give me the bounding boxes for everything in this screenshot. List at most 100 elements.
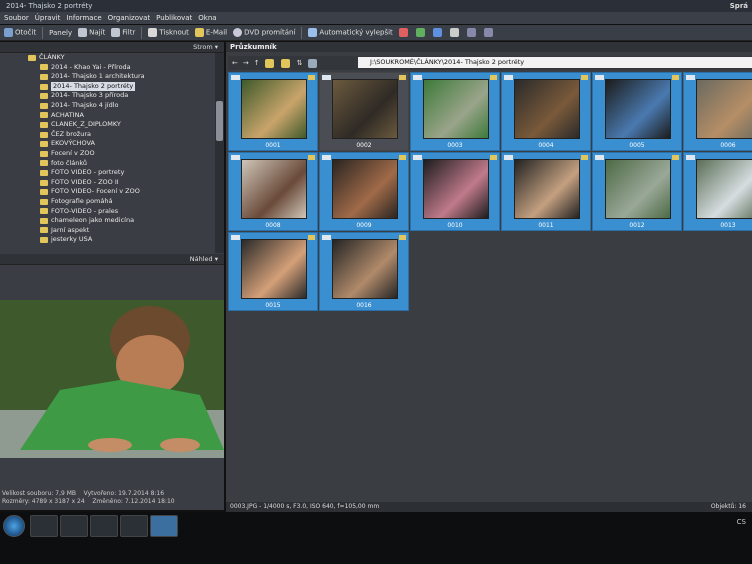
flag-icon[interactable] [413, 75, 422, 80]
thumbnail-tile[interactable]: 0010 [410, 152, 500, 231]
start-button[interactable] [3, 515, 25, 537]
folder-item[interactable]: chameleon jako medicína [0, 216, 214, 226]
thumbnail-tile[interactable]: 0003 [410, 72, 500, 151]
folder-item[interactable]: 2014- Thajsko 2 portréty [0, 81, 214, 92]
taskbar-app-2[interactable] [120, 515, 148, 537]
flag-icon[interactable] [413, 155, 422, 160]
thumbnail-tile[interactable]: 0008 [228, 152, 318, 231]
taskbar-explorer[interactable] [30, 515, 58, 537]
folder-item[interactable]: FOTO VIDEO - ZOO II [0, 178, 214, 188]
thumbnail-tile[interactable]: 0015 [228, 232, 318, 311]
thumbnail-tile[interactable]: 0001 [228, 72, 318, 151]
print-button[interactable]: Tisknout [148, 28, 189, 37]
folder-icon[interactable] [264, 58, 274, 68]
tag-icon[interactable] [308, 75, 315, 80]
tag-icon[interactable] [672, 75, 679, 80]
zoom-in-icon[interactable] [466, 28, 476, 37]
menu-item-organize[interactable]: Organizovat [108, 12, 151, 24]
folder-item[interactable]: ACHATINA [0, 111, 214, 121]
tag-icon[interactable] [672, 155, 679, 160]
flag-icon[interactable] [686, 155, 695, 160]
taskbar-app-1[interactable] [90, 515, 118, 537]
crop-tool-icon[interactable] [449, 28, 459, 37]
tag-icon[interactable] [308, 155, 315, 160]
forward-icon[interactable]: → [243, 59, 249, 67]
view-mode-icon[interactable] [307, 58, 317, 68]
zoom-out-icon[interactable] [483, 28, 493, 37]
menu-item-publish[interactable]: Publikovat [156, 12, 192, 24]
folder-item[interactable]: FOTO VIDEO - portrety [0, 168, 214, 178]
flag-icon[interactable] [231, 75, 240, 80]
flag-icon[interactable] [322, 235, 331, 240]
tree-scrollbar[interactable] [215, 53, 224, 253]
tag-icon[interactable] [308, 235, 315, 240]
tag-icon[interactable] [399, 75, 406, 80]
taskbar-browser[interactable] [60, 515, 88, 537]
flag-icon[interactable] [322, 155, 331, 160]
thumbnail-label: 0010 [447, 222, 463, 229]
folder-item[interactable]: ČLÁNKY [0, 53, 214, 63]
tag-icon[interactable] [399, 235, 406, 240]
tag-icon[interactable] [490, 75, 497, 80]
dvd-slideshow-button[interactable]: DVD promítání [233, 28, 295, 37]
folder-item[interactable]: 2014 - Khao Yai - Příroda [0, 63, 214, 73]
folder-item[interactable]: FOTO VIDEO- Focení v ZOO [0, 187, 214, 197]
flag-icon[interactable] [504, 75, 513, 80]
flag-icon[interactable] [322, 75, 331, 80]
levels-tool-icon[interactable] [415, 28, 425, 37]
tag-icon[interactable] [399, 155, 406, 160]
menu-item-edit[interactable]: Úpravit [35, 12, 61, 24]
thumbnail-tile[interactable]: 0006 [683, 72, 752, 151]
folder-item[interactable]: 2014- Thajsko 4 jídlo [0, 101, 214, 111]
sharpen-tool-icon[interactable] [432, 28, 442, 37]
sort-icon[interactable]: ⇅ [297, 59, 303, 67]
find-button[interactable]: Najít [78, 28, 105, 37]
back-icon[interactable]: ← [232, 59, 238, 67]
tag-icon[interactable] [581, 75, 588, 80]
new-folder-icon[interactable] [280, 58, 290, 68]
panels-button[interactable]: Panely [49, 29, 72, 37]
language-indicator[interactable]: CS [737, 518, 746, 526]
folder-item[interactable]: foto článků [0, 159, 214, 169]
folder-item[interactable]: 2014- Thajsko 1 architektura [0, 72, 214, 82]
rotate-button[interactable]: Otočit [4, 28, 36, 37]
auto-enhance-button[interactable]: Automatický vylepšit [308, 28, 393, 37]
flag-icon[interactable] [231, 235, 240, 240]
flag-icon[interactable] [686, 75, 695, 80]
folder-item[interactable]: jesterky USA [0, 235, 214, 245]
thumbnail-tile[interactable]: 0011 [501, 152, 591, 231]
filter-button[interactable]: Filtr [111, 28, 135, 37]
tag-icon[interactable] [490, 155, 497, 160]
folder-item[interactable]: Focení v ZOO [0, 149, 214, 159]
color-tool-icon[interactable] [398, 28, 408, 37]
folder-item[interactable]: ČEZ brožura [0, 130, 214, 140]
taskbar-photo-app[interactable] [150, 515, 178, 537]
flag-icon[interactable] [595, 155, 604, 160]
preview-panel-header[interactable]: Náhled ▾ [0, 254, 224, 265]
folder-item[interactable]: 2014- Thajsko 3 příroda [0, 91, 214, 101]
folder-item[interactable]: CLANEK_Z_DIPLOMKY [0, 120, 214, 130]
thumbnail-tile[interactable]: 0016 [319, 232, 409, 311]
path-field[interactable]: J:\SOUKROMÉ\ČLÁNKY\2014- Thajsko 2 portr… [358, 57, 752, 68]
thumbnail-tile[interactable]: 0012 [592, 152, 682, 231]
thumbnail-tile[interactable]: 0013 [683, 152, 752, 231]
flag-icon[interactable] [231, 155, 240, 160]
thumbnail-tile[interactable]: 0004 [501, 72, 591, 151]
thumbnail-tile[interactable]: 0005 [592, 72, 682, 151]
thumbnail-tile[interactable]: 0002 [319, 72, 409, 151]
folder-item[interactable]: EKOVÝCHOVA [0, 139, 214, 149]
menu-item-file[interactable]: Soubor [4, 12, 29, 24]
menu-item-window[interactable]: Okna [198, 12, 216, 24]
folder-item[interactable]: FOTO-VIDEO - prales [0, 207, 214, 217]
flag-icon[interactable] [595, 75, 604, 80]
thumbnail-tile[interactable]: 0009 [319, 152, 409, 231]
email-button[interactable]: E-Mail [194, 28, 227, 37]
folder-panel-header[interactable]: Strom ▾ [0, 42, 224, 53]
scrollbar-thumb[interactable] [216, 101, 223, 141]
flag-icon[interactable] [504, 155, 513, 160]
folder-item[interactable]: Jarní aspekt [0, 226, 214, 236]
folder-item[interactable]: Fotografie pomáhá [0, 197, 214, 207]
tag-icon[interactable] [581, 155, 588, 160]
menu-item-info[interactable]: Informace [66, 12, 101, 24]
up-icon[interactable]: ↑ [254, 59, 260, 67]
